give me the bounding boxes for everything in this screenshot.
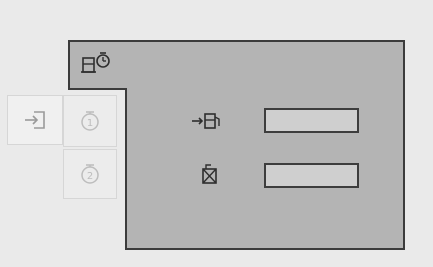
timer-2-icon: 2 — [81, 164, 99, 184]
exit-button[interactable] — [7, 95, 63, 145]
screen: 1 2 — [0, 0, 433, 267]
fuel-refill-icon — [190, 110, 226, 132]
fuel-refill-field[interactable] — [264, 108, 359, 133]
svg-text:2: 2 — [87, 171, 93, 182]
fuel-timer-icon — [80, 50, 114, 78]
fuel-empty-icon — [198, 163, 222, 187]
svg-text:1: 1 — [87, 118, 93, 129]
timer-1-icon: 1 — [81, 111, 99, 131]
timer-1-button[interactable]: 1 — [63, 95, 117, 147]
exit-icon — [25, 111, 45, 129]
timer-2-button[interactable]: 2 — [63, 149, 117, 199]
fuel-empty-field[interactable] — [264, 163, 359, 188]
